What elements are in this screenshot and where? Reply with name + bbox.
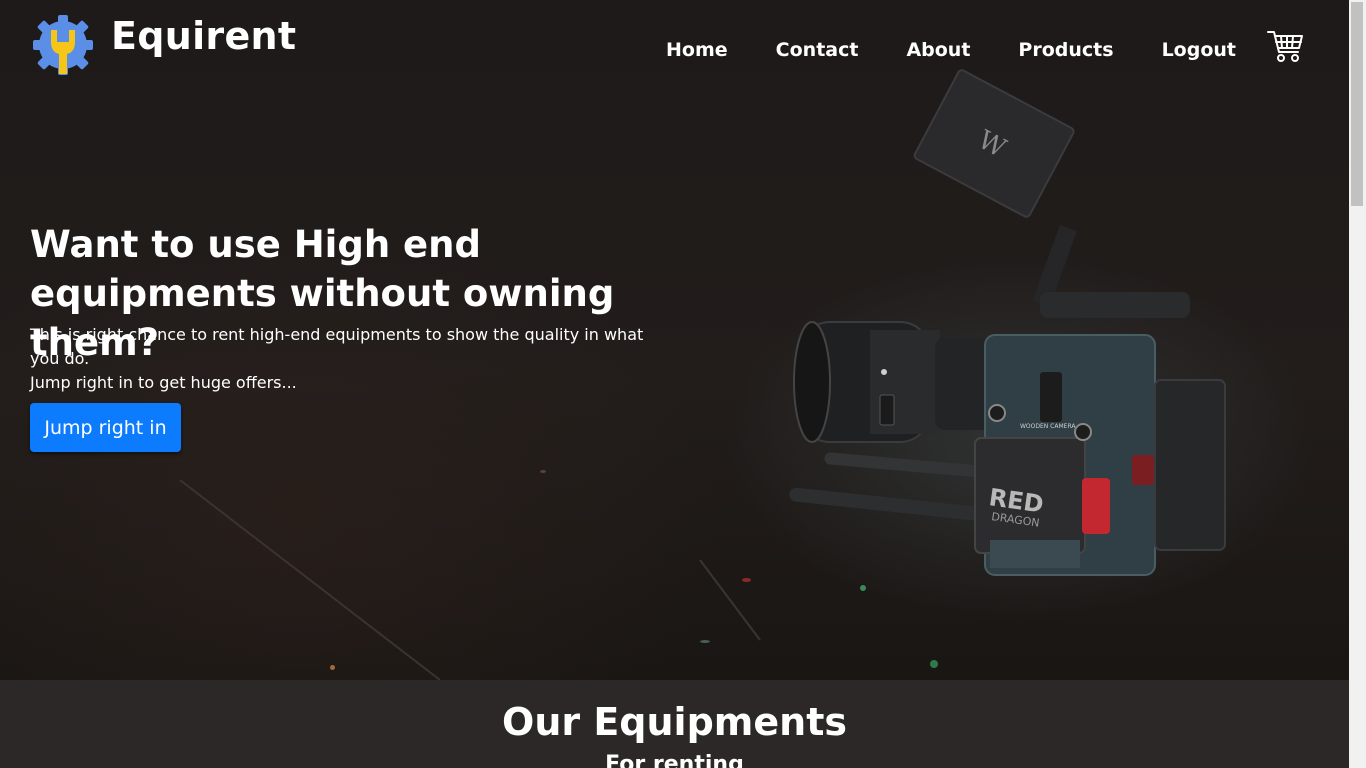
brand-name[interactable]: Equirent <box>111 14 296 58</box>
shopping-cart-icon[interactable] <box>1266 28 1304 64</box>
page: W RED DRAGON WOODEN CAMERA Equirent Home… <box>0 0 1366 768</box>
equipments-section: Our Equipments For renting <box>0 680 1349 768</box>
scrollbar-thumb[interactable] <box>1351 2 1363 206</box>
nav-contact[interactable]: Contact <box>776 36 859 64</box>
nav-products[interactable]: Products <box>1018 36 1113 64</box>
nav-about[interactable]: About <box>906 36 970 64</box>
handle-label: WOODEN CAMERA <box>1020 423 1076 430</box>
nav-logout[interactable]: Logout <box>1162 36 1236 64</box>
vertical-scrollbar[interactable] <box>1349 0 1366 768</box>
logo-icon[interactable] <box>31 12 95 78</box>
equipments-title: Our Equipments <box>502 700 847 744</box>
equipments-subtitle: For renting <box>605 752 744 768</box>
main-nav: Home Contact About Products Logout <box>618 36 1236 64</box>
hero-subtext: This is right chance to rent high-end eq… <box>30 323 670 395</box>
nav-home[interactable]: Home <box>666 36 728 64</box>
hero-subtext-line1: This is right chance to rent high-end eq… <box>30 325 644 368</box>
hero-subtext-line2: Jump right in to get huge offers... <box>30 373 297 392</box>
jump-right-in-button[interactable]: Jump right in <box>30 403 181 452</box>
